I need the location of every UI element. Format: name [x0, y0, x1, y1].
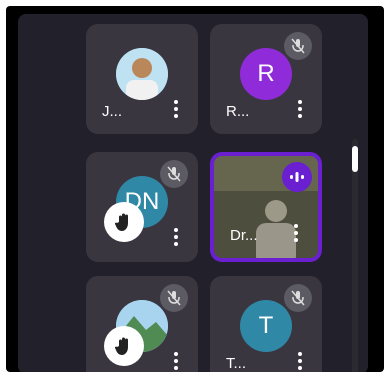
more-vert-icon[interactable]: [174, 228, 178, 246]
scrollbar-thumb[interactable]: [352, 146, 358, 172]
participant-name: Dr...: [230, 227, 258, 244]
scrollbar-track[interactable]: [352, 139, 358, 372]
mic-off-icon: [160, 160, 188, 188]
participant-name: R...: [226, 103, 250, 120]
more-vert-icon[interactable]: [298, 100, 302, 118]
participants-grid: J... R R... DN Dr... T T...: [18, 14, 368, 372]
participant-name: J...: [102, 103, 123, 120]
audio-level-icon: [282, 162, 312, 192]
raised-hand-icon: [104, 326, 144, 366]
mic-off-icon: [284, 284, 312, 312]
avatar: R: [240, 48, 292, 100]
more-vert-icon[interactable]: [298, 352, 302, 370]
participant-tile-dn[interactable]: DN: [86, 152, 198, 262]
participant-tile-t[interactable]: T T...: [210, 276, 322, 372]
participant-tile-j[interactable]: J...: [86, 24, 198, 134]
participant-tile-photo[interactable]: [86, 276, 198, 372]
mic-off-icon: [160, 284, 188, 312]
participant-tile-r[interactable]: R R...: [210, 24, 322, 134]
more-vert-icon[interactable]: [294, 224, 298, 242]
photo-avatar-icon: [116, 48, 168, 100]
more-vert-icon[interactable]: [174, 352, 178, 370]
meet-participants-frame: J... R R... DN Dr... T T...: [6, 6, 384, 372]
more-vert-icon[interactable]: [174, 100, 178, 118]
participant-tile-dr[interactable]: Dr...: [210, 152, 322, 262]
mic-off-icon: [284, 32, 312, 60]
raised-hand-icon: [104, 202, 144, 242]
avatar: T: [240, 300, 292, 352]
avatar: [116, 48, 168, 100]
participant-name: T...: [226, 355, 247, 372]
